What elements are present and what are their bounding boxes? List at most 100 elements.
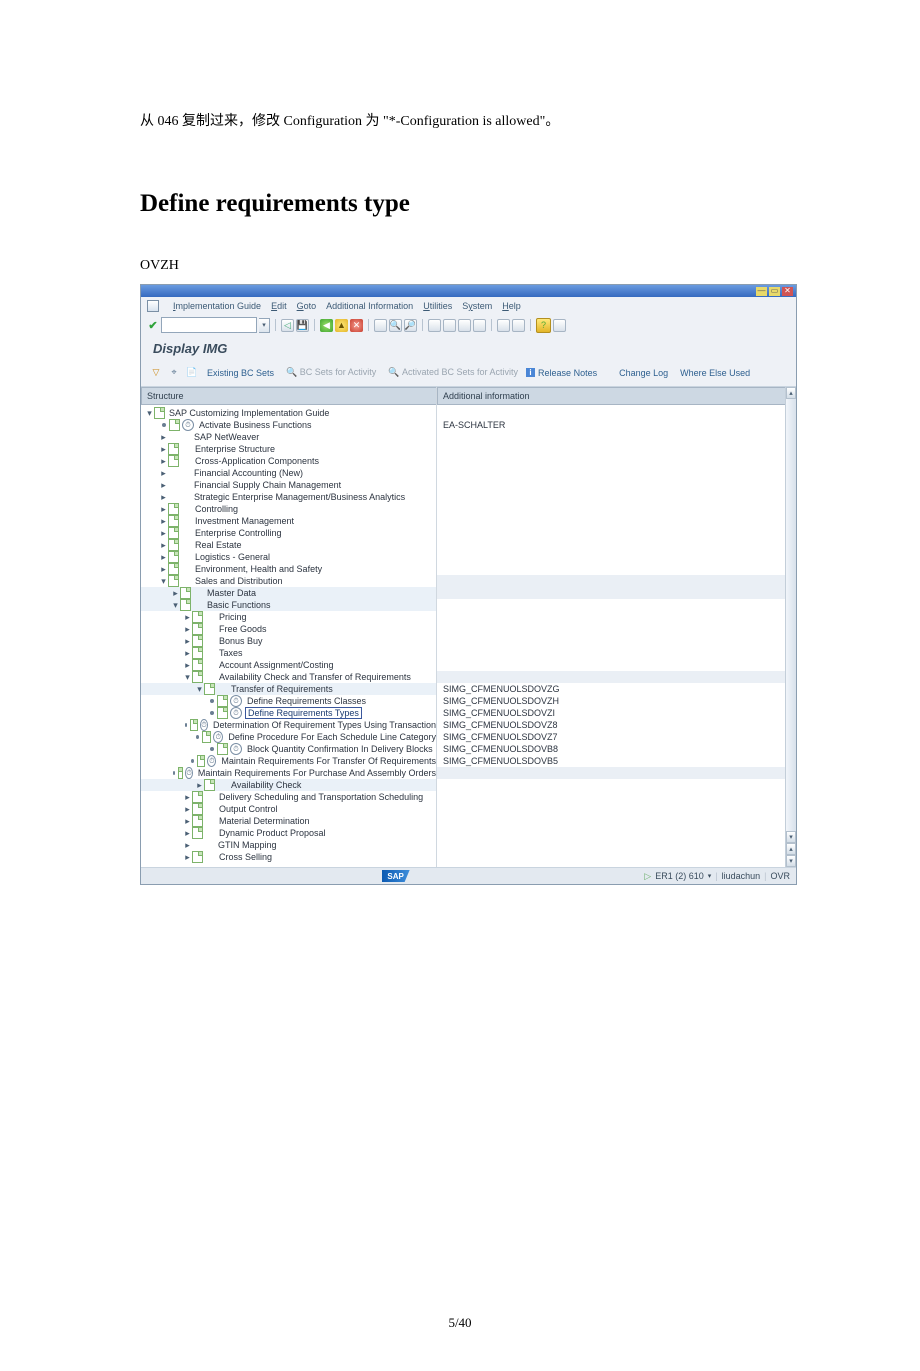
expand-icon[interactable]: ▸ (183, 840, 192, 851)
doc-icon[interactable] (192, 815, 203, 827)
command-dropdown-icon[interactable]: ▾ (259, 318, 270, 333)
tree-node[interactable]: Cross Selling (217, 852, 272, 862)
save-icon[interactable]: 💾 (296, 319, 309, 332)
first-page-icon[interactable] (428, 319, 441, 332)
tree-node-selected[interactable]: Define Requirements Types (245, 707, 362, 719)
expand-icon[interactable]: ▸ (159, 504, 168, 515)
expand-icon[interactable]: ▸ (159, 432, 168, 443)
status-indicator-icon[interactable]: ▷ (644, 871, 651, 882)
tree-node[interactable]: Output Control (217, 804, 278, 814)
execute-icon[interactable]: ⏱ (230, 743, 242, 755)
tree-node[interactable]: Enterprise Controlling (193, 528, 282, 538)
tree-node[interactable]: Real Estate (193, 540, 242, 550)
tree-node[interactable]: Environment, Health and Safety (193, 564, 322, 574)
app-menu-icon[interactable] (147, 300, 159, 312)
execute-icon[interactable]: ⏱ (185, 767, 192, 779)
find-icon[interactable]: 🔍 (389, 319, 402, 332)
position-icon[interactable]: ⌖ (167, 366, 181, 380)
menu-goto[interactable]: Goto (297, 301, 317, 311)
tree-node[interactable]: Delivery Scheduling and Transportation S… (217, 792, 423, 802)
expand-icon[interactable]: ▸ (183, 660, 192, 671)
tree-node[interactable]: Pricing (217, 612, 247, 622)
print-icon[interactable] (374, 319, 387, 332)
doc-icon[interactable] (180, 587, 191, 599)
bc-sets-for-activity-button[interactable]: 🔍 BC Sets for Activity (282, 365, 380, 380)
tree-node[interactable]: Define Requirements Classes (245, 696, 366, 706)
shortcut-icon[interactable] (512, 319, 525, 332)
release-notes-button[interactable]: i Release Notes (526, 368, 597, 378)
new-session-icon[interactable] (497, 319, 510, 332)
change-log-button[interactable]: Change Log (615, 366, 672, 380)
doc-icon[interactable] (192, 671, 203, 683)
tree-node[interactable]: Controlling (193, 504, 238, 514)
tree-node[interactable]: Maintain Requirements For Transfer Of Re… (219, 756, 436, 766)
find-next-icon[interactable]: 🔎 (404, 319, 417, 332)
tree-node[interactable]: Free Goods (217, 624, 267, 634)
doc-icon[interactable] (192, 635, 203, 647)
expand-icon[interactable]: ▸ (183, 624, 192, 635)
tree-node[interactable]: Block Quantity Confirmation In Delivery … (245, 744, 433, 754)
doc-icon[interactable] (168, 527, 179, 539)
doc-icon[interactable] (190, 719, 198, 731)
window-close-button[interactable]: ✕ (782, 287, 793, 296)
expand-icon[interactable]: ▸ (183, 828, 192, 839)
tree-node[interactable]: SAP NetWeaver (192, 432, 259, 442)
doc-icon[interactable] (202, 731, 211, 743)
tree-node[interactable]: Cross-Application Components (193, 456, 319, 466)
command-field[interactable] (161, 317, 257, 333)
scroll-down2-icon[interactable]: ▾ (786, 855, 796, 867)
doc-icon[interactable] (217, 743, 228, 755)
tree-node[interactable]: Activate Business Functions (197, 420, 312, 430)
tree-node[interactable]: Availability Check and Transfer of Requi… (217, 672, 411, 682)
tree-node[interactable]: Material Determination (217, 816, 310, 826)
menu-help[interactable]: Help (502, 301, 521, 311)
scroll-down-icon[interactable]: ▾ (786, 831, 796, 843)
doc-icon[interactable] (168, 443, 179, 455)
expand-icon[interactable]: ▸ (183, 804, 192, 815)
collapse-icon[interactable]: ▾ (159, 576, 168, 587)
help-icon[interactable]: ? (536, 318, 551, 333)
doc-icon[interactable] (217, 707, 228, 719)
existing-bc-sets-button[interactable]: Existing BC Sets (203, 366, 278, 380)
doc-icon[interactable] (168, 515, 179, 527)
activated-bc-sets-button[interactable]: 🔍 Activated BC Sets for Activity (384, 365, 522, 380)
next-page-icon[interactable] (458, 319, 471, 332)
status-system[interactable]: ER1 (2) 610 (655, 871, 704, 881)
img-help-icon[interactable]: 📄 (185, 366, 199, 380)
doc-icon[interactable] (192, 851, 203, 863)
tree-node[interactable]: Financial Supply Chain Management (192, 480, 341, 490)
collapse-icon[interactable]: ▾ (183, 672, 192, 683)
doc-icon[interactable] (154, 407, 165, 419)
doc-icon[interactable] (192, 659, 203, 671)
doc-icon[interactable] (204, 683, 215, 695)
doc-icon[interactable] (192, 791, 203, 803)
expand-icon[interactable]: ▸ (183, 792, 192, 803)
tree-node[interactable]: Strategic Enterprise Management/Business… (192, 492, 405, 502)
tree-node[interactable]: Financial Accounting (New) (192, 468, 303, 478)
doc-icon[interactable] (192, 827, 203, 839)
img-tree[interactable]: ▾SAP Customizing Implementation Guide ⏱A… (141, 405, 436, 867)
tree-node[interactable]: Sales and Distribution (193, 576, 283, 586)
doc-icon[interactable] (192, 647, 203, 659)
doc-icon[interactable] (180, 599, 191, 611)
tree-node[interactable]: Bonus Buy (217, 636, 263, 646)
enter-icon[interactable]: ✔ (147, 319, 159, 331)
doc-icon[interactable] (204, 779, 215, 791)
execute-icon[interactable]: ⏱ (230, 695, 242, 707)
execute-icon[interactable]: ⏱ (207, 755, 216, 767)
prev-page-icon[interactable] (443, 319, 456, 332)
tree-node[interactable]: Transfer of Requirements (229, 684, 333, 694)
tree-node[interactable]: Logistics - General (193, 552, 270, 562)
menu-additional-information[interactable]: Additional Information (326, 301, 413, 311)
expand-icon[interactable]: ▸ (159, 492, 168, 503)
menu-utilities[interactable]: Utilities (423, 301, 452, 311)
back-icon[interactable]: ◁ (281, 319, 294, 332)
execute-icon[interactable]: ⏱ (182, 419, 194, 431)
window-minimize-button[interactable]: — (756, 287, 767, 296)
doc-icon[interactable] (168, 551, 179, 563)
expand-icon[interactable]: ▸ (159, 444, 168, 455)
menu-edit[interactable]: Edit (271, 301, 287, 311)
doc-icon[interactable] (192, 623, 203, 635)
execute-icon[interactable]: ⏱ (213, 731, 223, 743)
collapse-icon[interactable]: ▾ (171, 600, 180, 611)
